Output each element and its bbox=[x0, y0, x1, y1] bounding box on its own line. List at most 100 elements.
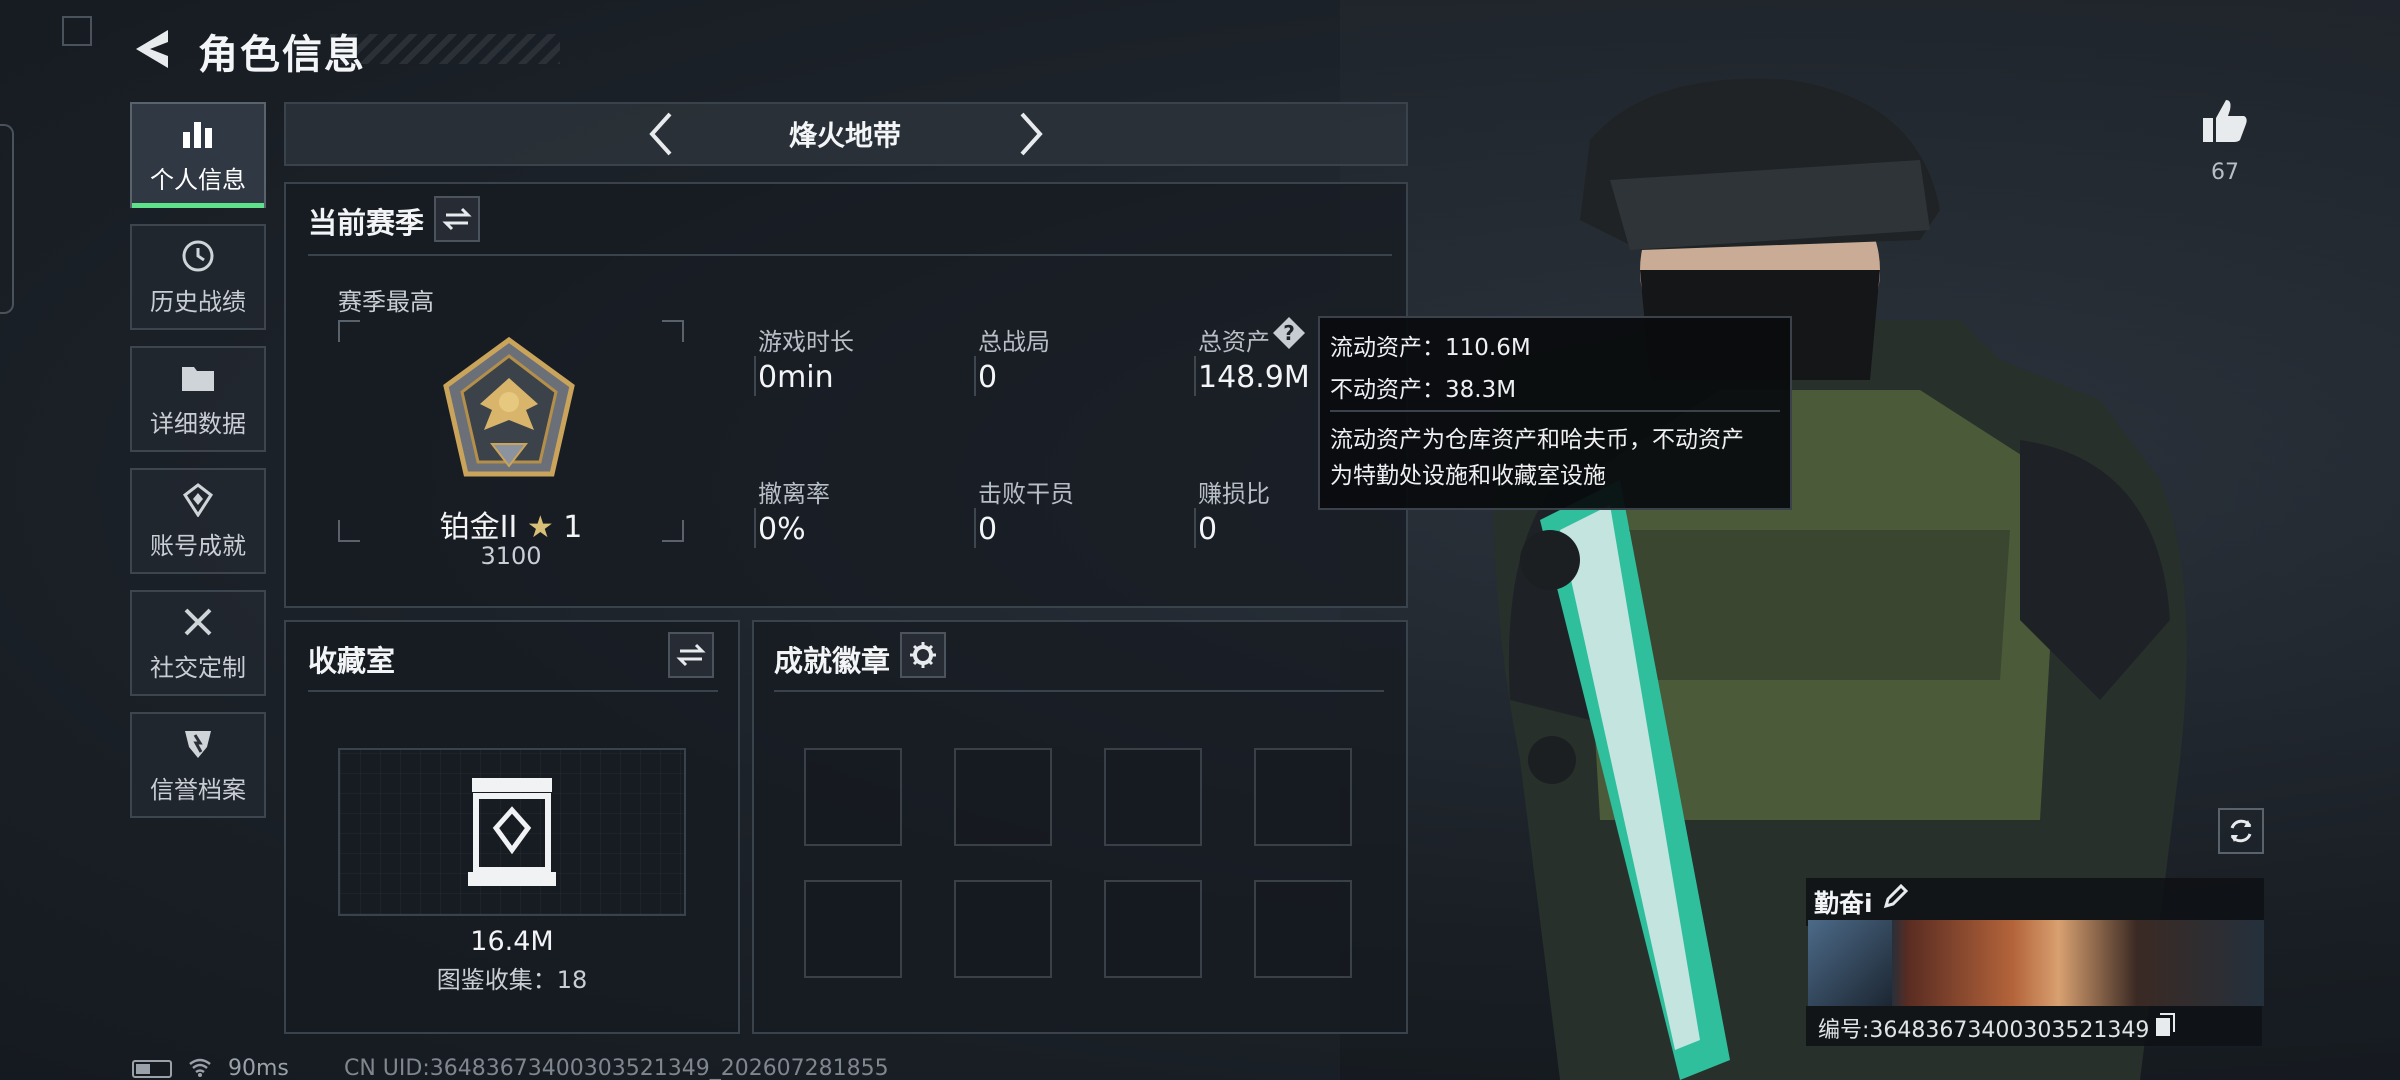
mode-next-button[interactable] bbox=[1012, 108, 1052, 160]
wifi-icon bbox=[188, 1056, 212, 1080]
rank-emblem-icon bbox=[434, 334, 584, 494]
mode-prev-button[interactable] bbox=[640, 108, 680, 160]
stat-value-profit-ratio: 0 bbox=[1198, 512, 1218, 547]
sidebar-item-label: 账号成就 bbox=[150, 531, 246, 560]
frame-corner bbox=[662, 320, 684, 342]
stat-value-matches: 0 bbox=[978, 360, 998, 395]
display-case-icon bbox=[464, 774, 560, 890]
rank-score: 3100 bbox=[480, 542, 542, 570]
player-card bbox=[1806, 878, 2264, 926]
badge-slot[interactable] bbox=[954, 880, 1052, 978]
star-icon: ★ bbox=[526, 510, 554, 545]
rank-stars: 1 bbox=[563, 510, 583, 545]
back-button[interactable] bbox=[128, 26, 184, 72]
collection-value: 16.4M bbox=[470, 926, 554, 957]
stat-label-kills: 击败干员 bbox=[978, 480, 1074, 508]
badge-slot[interactable] bbox=[1104, 880, 1202, 978]
collection-switch-button[interactable] bbox=[668, 632, 714, 678]
avatar bbox=[1808, 920, 1892, 1006]
collection-count: 图鉴收集：18 bbox=[436, 966, 588, 994]
stat-value-extract-rate: 0% bbox=[758, 512, 806, 547]
bar-chart-icon bbox=[180, 116, 216, 152]
sidebar-item-reputation[interactable]: 信誉档案 bbox=[130, 712, 266, 818]
screen: { "header": {"title": "角色信息"}, "sidebar"… bbox=[0, 0, 2400, 1080]
divider bbox=[308, 690, 718, 692]
edit-name-button[interactable] bbox=[1882, 882, 1912, 912]
shield-icon bbox=[180, 726, 216, 762]
badge-slot[interactable] bbox=[804, 880, 902, 978]
divider bbox=[774, 690, 1384, 692]
badges-settings-button[interactable] bbox=[900, 632, 946, 678]
frame-corner bbox=[338, 320, 360, 342]
swap-icon bbox=[676, 643, 706, 667]
badge-slot[interactable] bbox=[1104, 748, 1202, 846]
sidebar-item-achievements[interactable]: 账号成就 bbox=[130, 468, 266, 574]
sidebar-item-social[interactable]: 社交定制 bbox=[130, 590, 266, 696]
menu-square-icon[interactable] bbox=[62, 16, 92, 46]
rotate-button[interactable] bbox=[2218, 808, 2264, 854]
badge-slot[interactable] bbox=[1254, 748, 1352, 846]
sidebar-item-history[interactable]: 历史战绩 bbox=[130, 224, 266, 330]
sidebar-item-detailed-data[interactable]: 详细数据 bbox=[130, 346, 266, 452]
season-best-label: 赛季最高 bbox=[338, 288, 434, 316]
title-stripes bbox=[330, 34, 560, 64]
stat-divider bbox=[754, 356, 756, 396]
battery-icon bbox=[132, 1060, 172, 1078]
folder-icon bbox=[180, 360, 216, 396]
chevron-right-icon bbox=[1020, 112, 1043, 156]
player-id: 编号:364836734003035213​49 bbox=[1818, 1018, 2150, 1043]
season-switch-button[interactable] bbox=[434, 196, 480, 242]
stat-value-playtime: 0min bbox=[758, 360, 834, 395]
rank-name: 铂金II bbox=[439, 510, 518, 545]
badge-slot[interactable] bbox=[1254, 880, 1352, 978]
stat-label-matches: 总战局 bbox=[978, 328, 1050, 356]
badges-title: 成就徽章 bbox=[774, 644, 891, 678]
player-banner[interactable] bbox=[1808, 920, 2264, 1006]
stat-divider bbox=[1194, 356, 1196, 396]
stat-value-kills: 0 bbox=[978, 512, 998, 547]
like-count: 67 bbox=[2211, 160, 2239, 185]
season-title: 当前赛季 bbox=[308, 206, 425, 240]
tooltip-liquid-assets: 流动资产：110.6M bbox=[1330, 335, 1531, 361]
sidebar-item-label: 详细数据 bbox=[150, 409, 246, 438]
tooltip-fixed-assets: 不动资产：38.3M bbox=[1330, 377, 1517, 403]
copy-icon bbox=[2156, 1013, 2175, 1036]
stat-label-extract-rate: 撤离率 bbox=[758, 480, 830, 508]
sidebar-item-label: 历史战绩 bbox=[150, 287, 246, 316]
tooltip-desc-line2: 为特勤处设施和收藏室设施 bbox=[1330, 463, 1606, 489]
swap-icon bbox=[442, 207, 472, 231]
sidebar-item-personal-info[interactable]: 个人信息 bbox=[130, 102, 266, 208]
rank-row: 铂金II ★ 1 bbox=[338, 502, 684, 546]
like-button[interactable] bbox=[2200, 96, 2250, 146]
stat-value-assets: 148.9M bbox=[1198, 360, 1310, 395]
refresh-icon bbox=[2230, 819, 2252, 843]
uid-text: CN UID:364836734003035213​49_20260728185… bbox=[344, 1056, 889, 1080]
stat-label-playtime: 游戏时长 bbox=[758, 328, 854, 356]
divider bbox=[308, 254, 1392, 256]
stat-divider bbox=[1194, 508, 1196, 548]
sidebar-item-label: 信誉档案 bbox=[150, 775, 246, 804]
stat-divider bbox=[974, 356, 976, 396]
stat-label-assets: 总资产 bbox=[1198, 328, 1270, 356]
collection-title: 收藏室 bbox=[308, 644, 396, 678]
tooltip-desc-line1: 流动资产为仓库资产和哈夫币，不动资产 bbox=[1330, 427, 1744, 453]
copy-id-button[interactable] bbox=[2154, 1012, 2178, 1038]
tooltip-divider bbox=[1330, 410, 1780, 412]
stat-divider bbox=[974, 508, 976, 548]
assets-help-icon[interactable]: ? bbox=[1272, 316, 1306, 350]
ping-value: 90ms bbox=[228, 1056, 289, 1080]
back-arrow-icon bbox=[136, 30, 168, 68]
achievement-icon bbox=[180, 482, 216, 518]
thumbs-up-icon bbox=[2203, 100, 2247, 142]
badge-slot[interactable] bbox=[804, 748, 902, 846]
pencil-icon bbox=[1883, 883, 1909, 909]
edge-handle[interactable] bbox=[0, 124, 14, 314]
sidebar-item-label: 个人信息 bbox=[150, 165, 246, 194]
chevron-left-icon bbox=[649, 112, 672, 156]
stat-divider bbox=[754, 508, 756, 548]
badge-slot[interactable] bbox=[954, 748, 1052, 846]
svg-text:?: ? bbox=[1283, 321, 1295, 345]
player-name: 勤奋i bbox=[1814, 889, 1873, 918]
mode-label: 烽火地带 bbox=[788, 119, 901, 152]
gear-icon bbox=[910, 642, 936, 668]
